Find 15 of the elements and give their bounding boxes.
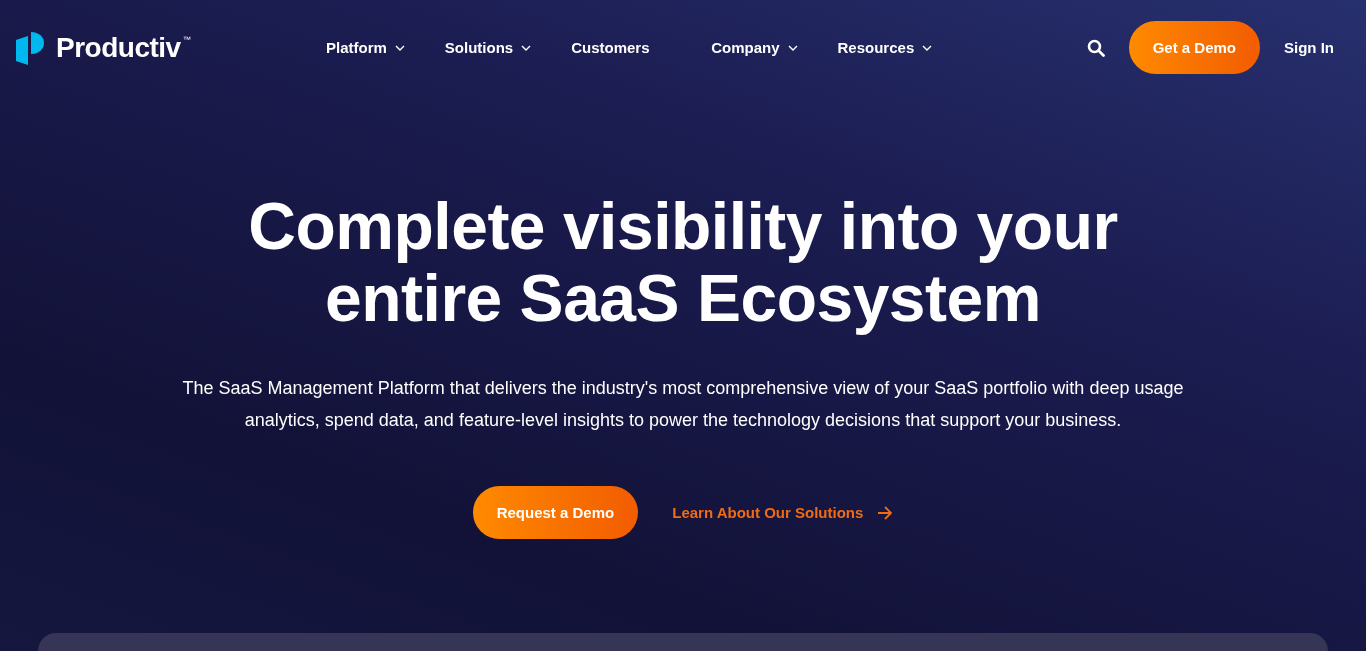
nav-link[interactable]: Company (711, 39, 798, 56)
nav-link[interactable]: Solutions (444, 39, 532, 56)
hero-subtitle: The SaaS Management Platform that delivers the industry's most comprehensive view of your SaaS portfolio with deep usage analytics, spend data, and feature-level insights to power the technology decisions that support your business. (181, 377, 1185, 432)
sign-in-link[interactable]: Sign In (1284, 39, 1334, 56)
hero-title: Complete visibility into your (248, 190, 1118, 262)
nav-link[interactable]: Platform (326, 39, 405, 56)
logo-text[interactable]: Productiv (56, 31, 181, 64)
arrow-right-icon (877, 505, 894, 520)
nav-link[interactable]: Resources (837, 39, 933, 56)
search-icon[interactable] (1086, 38, 1105, 57)
logo-icon (16, 30, 46, 65)
trademark-mark: ™ (182, 34, 191, 44)
solutions-link[interactable]: Learn About Our Solutions (672, 504, 894, 521)
hero-title: entire SaaS Ecosystem (325, 262, 1041, 334)
nav-link[interactable]: Customers (571, 39, 672, 56)
